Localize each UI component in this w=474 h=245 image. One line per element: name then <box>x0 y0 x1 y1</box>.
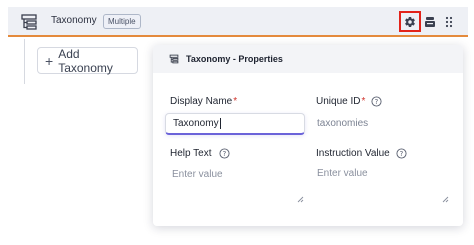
tree-connector <box>24 39 25 84</box>
resize-handle-icon[interactable] <box>297 196 304 203</box>
settings-button[interactable] <box>399 11 421 32</box>
display-name-text: Display Name <box>170 96 233 107</box>
unique-id-value[interactable]: taxonomies <box>317 118 368 129</box>
text-cursor <box>219 118 221 129</box>
svg-text:?: ? <box>375 98 379 106</box>
display-name-value: Taxonomy <box>173 118 219 129</box>
field-title: Taxonomy <box>51 15 97 26</box>
drag-handle-icon[interactable] <box>445 16 453 28</box>
add-taxonomy-button[interactable]: + Add Taxonomy <box>37 46 138 75</box>
help-text-textarea[interactable]: Enter value <box>172 169 223 180</box>
add-taxonomy-label: Add Taxonomy <box>58 46 113 75</box>
required-marker: * <box>233 96 238 107</box>
svg-text:?: ? <box>399 150 403 158</box>
multiple-badge: Multiple <box>103 14 141 29</box>
gear-icon <box>405 16 415 27</box>
plus-icon: + <box>45 52 54 69</box>
taxonomy-field-header[interactable]: Taxonomy Multiple <box>8 7 468 37</box>
stack-icon[interactable] <box>424 16 436 28</box>
info-icon[interactable]: ? <box>396 148 407 159</box>
display-name-label: Display Name * <box>170 96 237 107</box>
help-text-text: Help Text <box>170 148 212 159</box>
required-marker: * <box>361 96 366 107</box>
taxonomy-icon <box>21 14 37 30</box>
properties-panel: Taxonomy - Properties Display Name * Taxo… <box>153 45 463 226</box>
svg-text:?: ? <box>222 150 226 158</box>
info-icon[interactable]: ? <box>218 148 230 159</box>
help-text-label: Help Text ? <box>170 148 230 159</box>
resize-handle-icon[interactable] <box>442 196 449 203</box>
display-name-input[interactable]: Taxonomy <box>165 113 305 135</box>
instruction-value-text: Instruction Value <box>316 148 390 159</box>
instruction-value-textarea[interactable]: Enter value <box>317 168 368 179</box>
panel-header: Taxonomy - Properties <box>153 45 463 73</box>
unique-id-text: Unique ID <box>316 96 361 107</box>
taxonomy-icon <box>169 54 179 64</box>
info-icon[interactable]: ? <box>371 96 382 107</box>
unique-id-label: Unique ID * ? <box>316 96 382 107</box>
panel-title: Taxonomy - Properties <box>186 54 283 64</box>
instruction-value-label: Instruction Value ? <box>316 148 407 159</box>
